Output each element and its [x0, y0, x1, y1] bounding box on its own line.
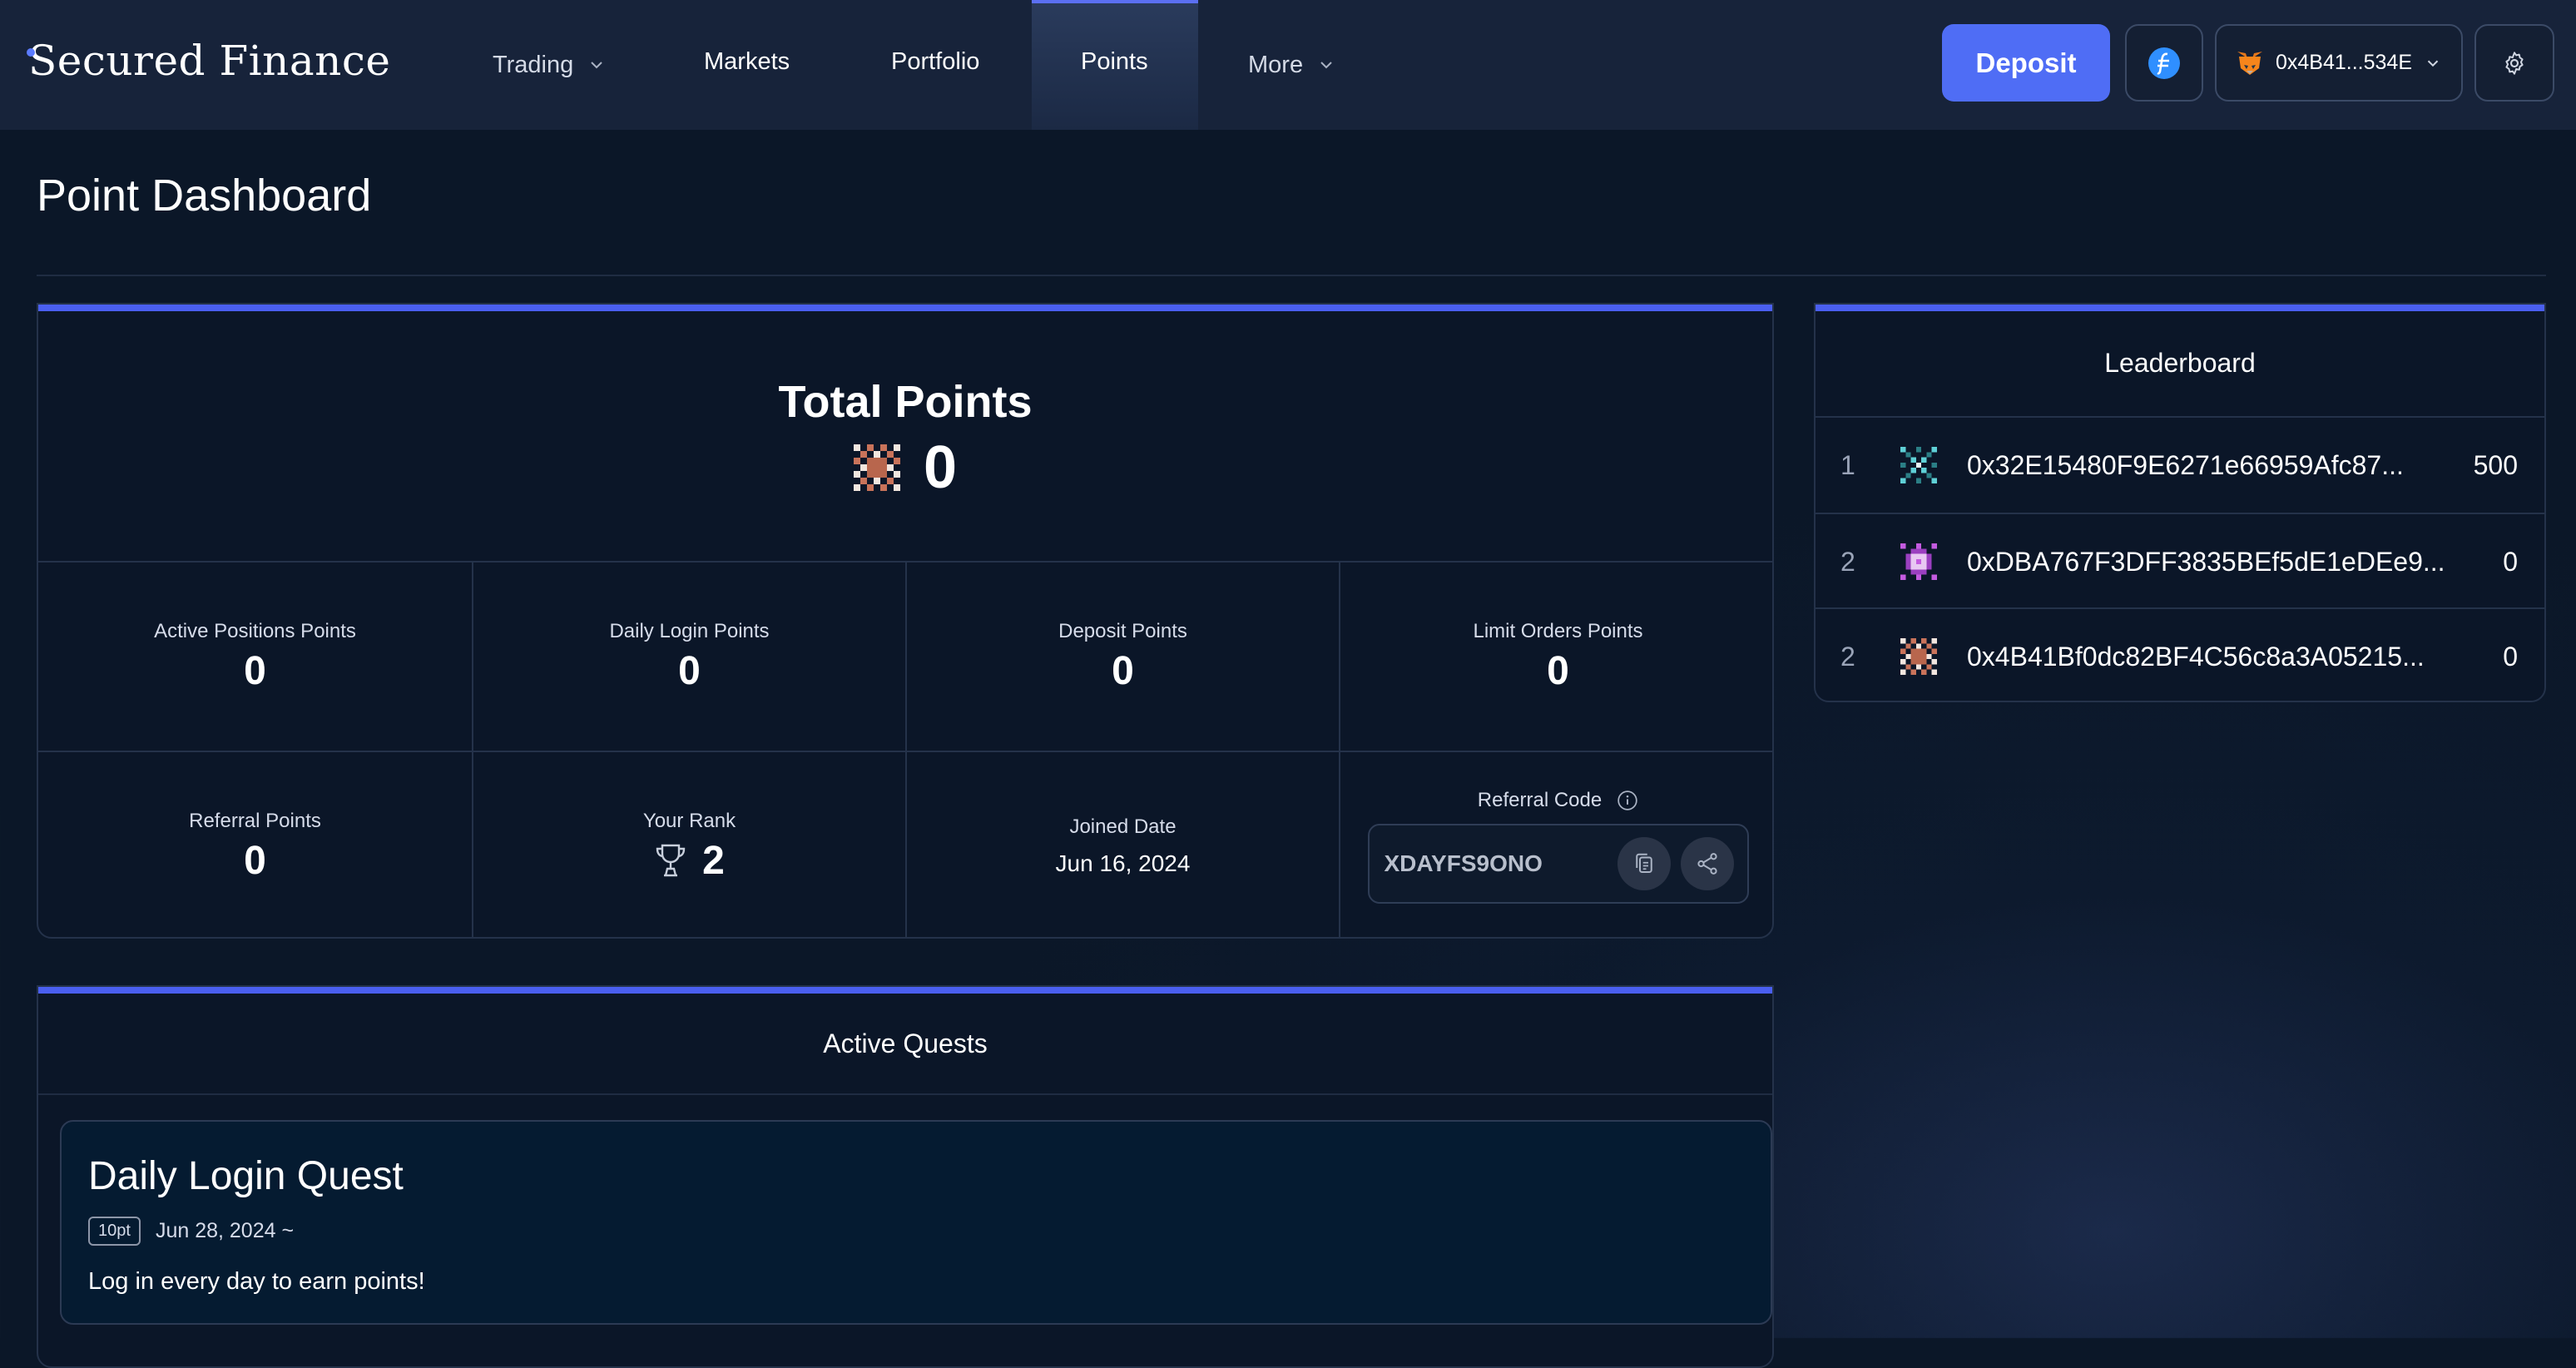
top-navbar: Secured Finance Trading Markets Portfoli…	[0, 0, 2576, 130]
filecoin-icon	[2148, 47, 2180, 79]
metamask-fox-icon	[2237, 51, 2262, 75]
nav-points[interactable]: Points	[1081, 0, 1148, 126]
quest-card[interactable]: Daily Login Quest 10pt Jun 28, 2024 ~ Lo…	[60, 1120, 1772, 1325]
page-title: Point Dashboard	[37, 171, 372, 221]
panel-accent-bar	[38, 305, 1772, 311]
quest-name: Daily Login Quest	[88, 1154, 404, 1198]
total-points-title: Total Points	[778, 377, 1033, 427]
share-icon	[1697, 853, 1717, 875]
nav-trading-label: Trading	[493, 51, 574, 78]
nav-more-label: More	[1248, 51, 1304, 78]
referral-code-card: Referral Code XDAYFS9ONO	[1339, 751, 1772, 937]
leaderboard-panel: Leaderboard 1 0x32E15480F9E6271e66959Afc…	[1814, 303, 2546, 702]
leaderboard-points: 0	[2503, 641, 2518, 672]
daily-login-points-card: Daily Login Points 0	[472, 561, 905, 751]
stat-value: 0	[1112, 648, 1134, 693]
referral-label-row: Referral Code	[1478, 789, 1638, 812]
wallet-address: 0x4B41...534E	[2275, 51, 2412, 74]
active-positions-points-card: Active Positions Points 0	[38, 561, 472, 751]
panel-accent-bar	[1816, 305, 2544, 311]
leaderboard-row[interactable]: 1 0x32E15480F9E6271e66959Afc87... 500	[1816, 416, 2544, 513]
leaderboard-points: 0	[2503, 546, 2518, 577]
quests-divider	[38, 1093, 1772, 1095]
total-points-value: 0	[923, 434, 958, 501]
stat-value: 0	[1547, 648, 1569, 693]
stat-value: 0	[244, 838, 266, 883]
total-points-row: 0	[38, 438, 1772, 498]
pixel-avatar-icon	[1900, 447, 1937, 483]
logo-dot	[27, 48, 35, 57]
leaderboard-address: 0xDBA767F3DFF3835BEf5dE1eDEe9...	[1967, 546, 2445, 577]
copy-button[interactable]	[1617, 837, 1671, 890]
joined-date-value: Jun 16, 2024	[1055, 850, 1191, 876]
quest-meta: 10pt Jun 28, 2024 ~	[88, 1217, 294, 1246]
quest-date: Jun 28, 2024 ~	[155, 1219, 295, 1242]
pixel-avatar-icon	[1900, 638, 1937, 675]
limit-orders-points-card: Limit Orders Points 0	[1339, 561, 1772, 751]
wallet-button[interactable]: 0x4B41...534E	[2215, 24, 2463, 102]
trophy-icon	[656, 844, 686, 877]
chevron-down-icon	[1320, 62, 1332, 69]
stat-value: 0	[244, 648, 266, 693]
stat-label: Limit Orders Points	[1473, 619, 1643, 642]
leaderboard-row[interactable]: 2 0xDBA767F3DFF3835BEf5dE1eDEe9... 0	[1816, 513, 2544, 609]
rank-value: 2	[702, 838, 725, 883]
nav-trading[interactable]: Trading	[493, 0, 607, 130]
leaderboard-title: Leaderboard	[2104, 348, 2256, 378]
rank-row: 2	[654, 838, 725, 884]
quest-description: Log in every day to earn points!	[88, 1268, 425, 1295]
share-button[interactable]	[1680, 837, 1734, 890]
referral-points-card: Referral Points 0	[38, 751, 472, 937]
info-icon[interactable]	[1617, 790, 1638, 811]
logo-text: Secured Finance	[28, 37, 391, 85]
leaderboard-address: 0x4B41Bf0dc82BF4C56c8a3A05215...	[1967, 641, 2425, 672]
pixel-avatar-icon	[853, 444, 900, 491]
leaderboard-rank: 1	[1840, 449, 1855, 480]
active-quests-title: Active Quests	[823, 1028, 988, 1058]
active-quests-panel: Active Quests Daily Login Quest 10pt Jun…	[37, 985, 1774, 1368]
leaderboard-row[interactable]: 2 0x4B41Bf0dc82BF4C56c8a3A05215... 0	[1816, 607, 2544, 701]
nav-markets-label: Markets	[704, 47, 790, 75]
leaderboard-address: 0x32E15480F9E6271e66959Afc87...	[1967, 449, 2404, 480]
referral-code-value[interactable]: XDAYFS9ONO	[1385, 850, 1617, 877]
referral-code-box: XDAYFS9ONO	[1367, 824, 1749, 904]
copy-icon	[1635, 853, 1652, 873]
settings-button[interactable]	[2474, 24, 2554, 102]
panel-accent-bar	[38, 987, 1772, 994]
points-summary-panel: Total Points 0 Active Positions Points 0…	[37, 303, 1774, 939]
stat-value: 0	[678, 648, 701, 693]
network-button[interactable]	[2125, 24, 2203, 102]
stat-label: Joined Date	[1069, 815, 1177, 838]
deposit-points-card: Deposit Points 0	[905, 561, 1339, 751]
leaderboard-rank: 2	[1840, 546, 1855, 577]
leaderboard-points: 500	[2473, 449, 2518, 480]
stat-label: Active Positions Points	[154, 619, 356, 642]
quest-points-badge: 10pt	[88, 1217, 141, 1246]
nav-markets[interactable]: Markets	[704, 0, 790, 126]
gear-icon	[2505, 51, 2524, 75]
stat-label: Referral Points	[189, 809, 321, 832]
nav-more[interactable]: More	[1248, 0, 1336, 130]
title-divider	[37, 275, 2546, 276]
pixel-avatar-icon	[1900, 543, 1937, 580]
logo[interactable]: Secured Finance	[27, 37, 391, 85]
your-rank-card: Your Rank 2	[472, 751, 905, 937]
stat-label: Referral Code	[1477, 789, 1603, 811]
chevron-down-icon	[591, 62, 602, 69]
stat-label: Daily Login Points	[609, 619, 770, 642]
nav-portfolio[interactable]: Portfolio	[891, 0, 979, 126]
stat-label: Deposit Points	[1058, 619, 1187, 642]
joined-date-card: Joined Date Jun 16, 2024	[905, 751, 1339, 937]
deposit-button[interactable]: Deposit	[1942, 24, 2110, 102]
chevron-down-icon	[2427, 60, 2439, 67]
stat-label: Your Rank	[642, 809, 736, 832]
nav-portfolio-label: Portfolio	[891, 47, 980, 75]
nav-points-label: Points	[1081, 47, 1148, 75]
leaderboard-rank: 2	[1840, 641, 1855, 672]
